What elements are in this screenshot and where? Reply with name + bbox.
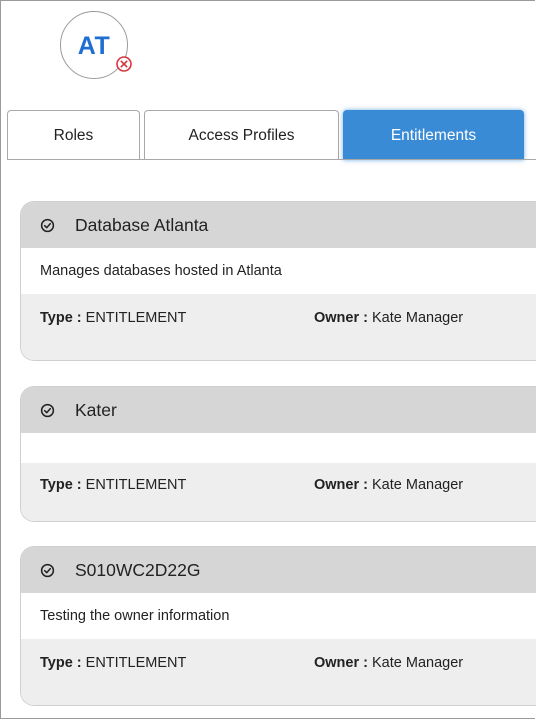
owner-field: Owner : Kate Manager xyxy=(314,477,463,493)
owner-label: Owner : xyxy=(314,655,368,671)
card-header: S010WC2D22G xyxy=(21,547,536,593)
tab-label: Entitlements xyxy=(390,126,477,144)
tab-divider xyxy=(7,159,536,160)
check-circle-icon xyxy=(40,218,55,232)
type-field: Type : ENTITLEMENT xyxy=(40,655,186,671)
type-value: ENTITLEMENT xyxy=(85,477,187,493)
tab-bar: Roles Access Profiles Entitlements xyxy=(7,110,536,160)
entitlement-meta: Type : ENTITLEMENT Owner : Kate Manager xyxy=(21,639,536,705)
entitlement-name: S010WC2D22G xyxy=(75,559,201,580)
tab-label: Roles xyxy=(53,126,94,144)
entitlement-meta: Type : ENTITLEMENT Owner : Kate Manager xyxy=(21,463,536,521)
type-value: ENTITLEMENT xyxy=(85,655,187,671)
close-circle-icon[interactable] xyxy=(116,56,132,72)
owner-value: Kate Manager xyxy=(372,310,464,326)
type-field: Type : ENTITLEMENT xyxy=(40,477,186,493)
entitlement-description xyxy=(21,433,536,463)
owner-field: Owner : Kate Manager xyxy=(314,310,463,326)
owner-field: Owner : Kate Manager xyxy=(314,655,463,671)
owner-label: Owner : xyxy=(314,310,368,326)
identity-panel: AT Roles Access Profiles Entitlements Da… xyxy=(0,0,536,719)
entitlement-card[interactable]: Kater Type : ENTITLEMENT Owner : Kate Ma… xyxy=(20,386,536,522)
entitlement-meta: Type : ENTITLEMENT Owner : Kate Manager xyxy=(21,294,536,360)
entitlement-card[interactable]: Database Atlanta Manages databases hoste… xyxy=(20,201,536,361)
entitlement-name: Database Atlanta xyxy=(75,214,209,235)
type-value: ENTITLEMENT xyxy=(85,310,187,326)
type-label: Type : xyxy=(40,655,82,671)
tab-access-profiles[interactable]: Access Profiles xyxy=(144,110,339,160)
tab-entitlements[interactable]: Entitlements xyxy=(343,110,524,160)
entitlement-name: Kater xyxy=(75,399,117,420)
type-label: Type : xyxy=(40,310,82,326)
tab-roles[interactable]: Roles xyxy=(7,110,140,160)
entitlement-description: Testing the owner information xyxy=(21,593,536,639)
avatar: AT xyxy=(60,11,132,79)
entitlement-card[interactable]: S010WC2D22G Testing the owner informatio… xyxy=(20,546,536,706)
check-circle-icon xyxy=(40,403,55,417)
type-field: Type : ENTITLEMENT xyxy=(40,310,186,326)
entitlement-description: Manages databases hosted in Atlanta xyxy=(21,248,536,294)
card-header: Kater xyxy=(21,387,536,433)
type-label: Type : xyxy=(40,477,82,493)
owner-value: Kate Manager xyxy=(372,477,464,493)
owner-label: Owner : xyxy=(314,477,368,493)
card-header: Database Atlanta xyxy=(21,202,536,248)
check-circle-icon xyxy=(40,563,55,577)
owner-value: Kate Manager xyxy=(372,655,464,671)
tab-label: Access Profiles xyxy=(188,126,295,144)
